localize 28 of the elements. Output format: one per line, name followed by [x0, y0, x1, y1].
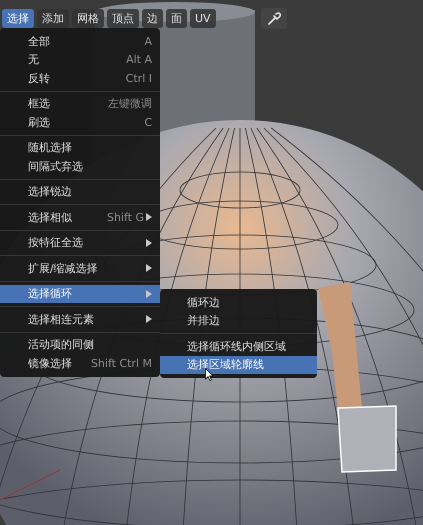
menu-item[interactable]: 循环边: [160, 293, 317, 312]
menu-item[interactable]: 按特征全选: [0, 234, 160, 252]
menu-item[interactable]: 选择相连元素: [0, 310, 160, 328]
menu-item[interactable]: 并排边: [160, 312, 317, 330]
menu-item[interactable]: 镜像选择 Shift Ctrl M: [0, 354, 160, 372]
menu-item[interactable]: 选择相似 Shift G: [0, 208, 160, 226]
menu-item[interactable]: 选择循环: [0, 284, 160, 303]
menu-item[interactable]: 全部 A: [0, 32, 160, 50]
header-menu[interactable]: 顶点: [107, 9, 139, 28]
menu-item[interactable]: 扩展/缩减选择: [0, 259, 160, 278]
menu-item[interactable]: 框选 左键微调: [0, 94, 160, 113]
menu-item[interactable]: 选择循环线内侧区域: [160, 337, 317, 356]
header-menu[interactable]: UV: [190, 9, 216, 28]
header-menu[interactable]: 边: [142, 9, 163, 28]
menu-item[interactable]: 刷选 C: [0, 113, 160, 132]
eyedropper-button[interactable]: [260, 8, 287, 29]
header-menu[interactable]: 面: [166, 9, 187, 28]
menu-item[interactable]: 选择锐边: [0, 182, 160, 201]
menu-item[interactable]: 无 Alt A: [0, 50, 160, 69]
menu-item[interactable]: 选择区域轮廓线: [160, 356, 317, 374]
header-menu[interactable]: 选择: [2, 9, 34, 28]
menu-item[interactable]: 间隔式弃选: [0, 157, 160, 176]
menu-item[interactable]: 活动项的同侧: [0, 336, 160, 354]
menu-item[interactable]: 随机选择: [0, 138, 160, 157]
menu-item[interactable]: 反转 Ctrl I: [0, 69, 160, 88]
eyedropper-icon: [266, 12, 281, 26]
header-menu[interactable]: 网格: [72, 9, 104, 28]
header-menu[interactable]: 添加: [37, 9, 69, 28]
